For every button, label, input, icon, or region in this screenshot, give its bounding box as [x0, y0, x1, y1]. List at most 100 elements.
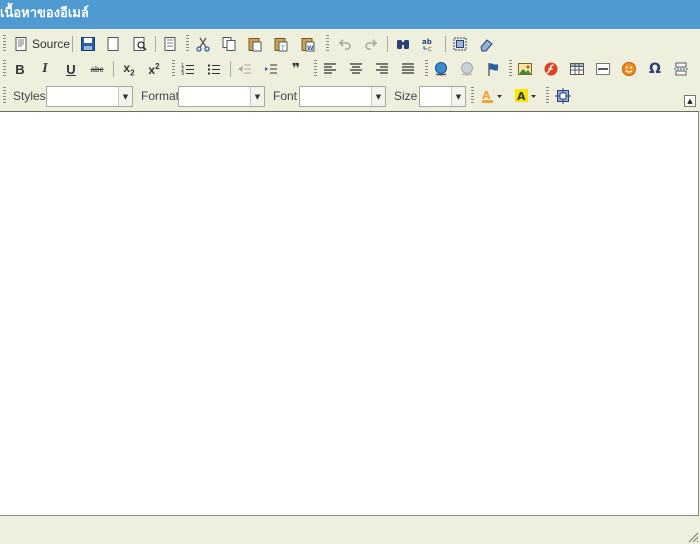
toolbar-grip[interactable]	[509, 60, 512, 78]
subscript-button[interactable]: x2	[118, 58, 140, 80]
paste-word-button[interactable]: W	[297, 33, 319, 55]
align-center-button[interactable]	[345, 58, 367, 80]
collapse-toolbar-button[interactable]: ▲	[684, 95, 696, 107]
bulleted-list-button[interactable]	[203, 58, 225, 80]
chevron-down-icon[interactable]: ▼	[250, 87, 264, 106]
toolbar-separator	[72, 36, 73, 52]
new-page-button[interactable]	[102, 33, 124, 55]
remove-format-button[interactable]	[475, 33, 497, 55]
paste-button[interactable]	[244, 33, 266, 55]
find-button[interactable]	[392, 33, 414, 55]
text-color-button[interactable]: A	[478, 85, 508, 107]
svg-text:T: T	[280, 45, 285, 52]
toolbar-grip[interactable]	[186, 35, 189, 53]
save-button[interactable]	[77, 33, 99, 55]
copy-button[interactable]	[218, 33, 240, 55]
increase-indent-button[interactable]	[260, 58, 282, 80]
toolbar-grip[interactable]	[3, 35, 6, 53]
highlight-color-icon: A	[515, 89, 536, 103]
toolbar-separator	[113, 61, 114, 77]
table-icon	[570, 63, 584, 75]
page-break-button[interactable]	[670, 58, 692, 80]
format-dropdown[interactable]: ▼	[178, 86, 265, 107]
toolbar-grip[interactable]	[172, 60, 175, 78]
chevron-down-icon[interactable]: ▼	[451, 87, 465, 106]
new-page-icon	[107, 37, 119, 51]
svg-text:A: A	[517, 90, 526, 103]
editor-title-bar: เนื้อหาของอีเมล์	[0, 0, 700, 29]
toolbar-grip[interactable]	[3, 60, 6, 78]
editor-content-area[interactable]	[0, 111, 699, 516]
bold-button[interactable]: B	[9, 58, 31, 80]
outdent-icon	[238, 64, 251, 74]
justify-icon	[402, 63, 414, 74]
page-break-icon	[674, 62, 688, 76]
toolbar-separator	[445, 36, 446, 52]
toolbar-separator	[230, 61, 231, 77]
resize-grip-icon[interactable]	[685, 529, 699, 543]
bulleted-list-icon	[208, 64, 220, 75]
copy-icon	[222, 37, 236, 51]
justify-button[interactable]	[397, 58, 419, 80]
flash-button[interactable]	[540, 58, 562, 80]
italic-button[interactable]: I	[34, 58, 56, 80]
subscript-icon: x2	[123, 61, 134, 77]
toolbar-row-2: B I U abc x2 x2 123 ❞ Ω	[0, 57, 700, 83]
toolbar-row-1: Source T W ab c	[0, 32, 700, 58]
toolbar-grip[interactable]	[425, 60, 428, 78]
chevron-down-icon[interactable]: ▼	[118, 87, 132, 106]
paste-text-button[interactable]: T	[270, 33, 292, 55]
background-color-button[interactable]: A	[512, 85, 542, 107]
superscript-button[interactable]: x2	[143, 58, 165, 80]
image-icon	[518, 63, 532, 75]
toolbar-separator	[155, 36, 156, 52]
source-button[interactable]: Source	[10, 33, 73, 55]
toolbar-grip[interactable]	[314, 60, 317, 78]
link-button[interactable]	[430, 58, 452, 80]
underline-icon: U	[66, 61, 76, 77]
superscript-mark: 2	[155, 61, 160, 71]
horizontal-rule-button[interactable]	[592, 58, 614, 80]
paste-word-icon: W	[301, 38, 315, 52]
subscript-mark: 2	[130, 68, 135, 78]
cut-button[interactable]	[192, 33, 214, 55]
strikethrough-icon: abc	[90, 64, 104, 74]
table-button[interactable]	[566, 58, 588, 80]
templates-button[interactable]	[159, 33, 181, 55]
underline-button[interactable]: U	[60, 58, 82, 80]
align-right-button[interactable]	[371, 58, 393, 80]
toolbar-grip[interactable]	[546, 87, 549, 105]
image-button[interactable]	[514, 58, 536, 80]
toolbar-grip[interactable]	[471, 87, 474, 105]
toolbar-grip[interactable]	[3, 87, 6, 105]
select-all-icon	[453, 37, 467, 51]
preview-button[interactable]	[129, 33, 151, 55]
undo-button[interactable]	[334, 33, 356, 55]
styles-dropdown[interactable]: ▼	[46, 86, 133, 107]
anchor-button[interactable]	[482, 58, 504, 80]
replace-button[interactable]: ab c	[418, 33, 440, 55]
align-left-button[interactable]	[319, 58, 341, 80]
show-blocks-button[interactable]	[552, 85, 574, 107]
svg-text:c: c	[428, 45, 432, 52]
toolbar-grip[interactable]	[326, 35, 329, 53]
select-all-button[interactable]	[449, 33, 471, 55]
superscript-icon: x2	[148, 62, 159, 77]
chevron-down-icon[interactable]: ▼	[371, 87, 385, 106]
size-dropdown[interactable]: ▼	[419, 86, 466, 107]
special-char-button[interactable]: Ω	[644, 58, 666, 80]
blockquote-button[interactable]: ❞	[285, 58, 307, 80]
redo-button[interactable]	[360, 33, 382, 55]
unlink-button[interactable]	[456, 58, 478, 80]
toolbar-separator	[387, 36, 388, 52]
horizontal-rule-icon	[596, 63, 610, 75]
flag-icon	[488, 63, 498, 76]
paste-text-icon: T	[274, 38, 288, 52]
numbered-list-button[interactable]: 123	[177, 58, 199, 80]
font-dropdown[interactable]: ▼	[299, 86, 386, 107]
smiley-button[interactable]	[618, 58, 640, 80]
strikethrough-button[interactable]: abc	[86, 58, 108, 80]
redo-icon	[365, 39, 378, 50]
editor-toolbar: Source T W ab c B I U abc x2 x2 1 2 3 ❞ …	[0, 29, 700, 111]
decrease-indent-button[interactable]	[234, 58, 256, 80]
